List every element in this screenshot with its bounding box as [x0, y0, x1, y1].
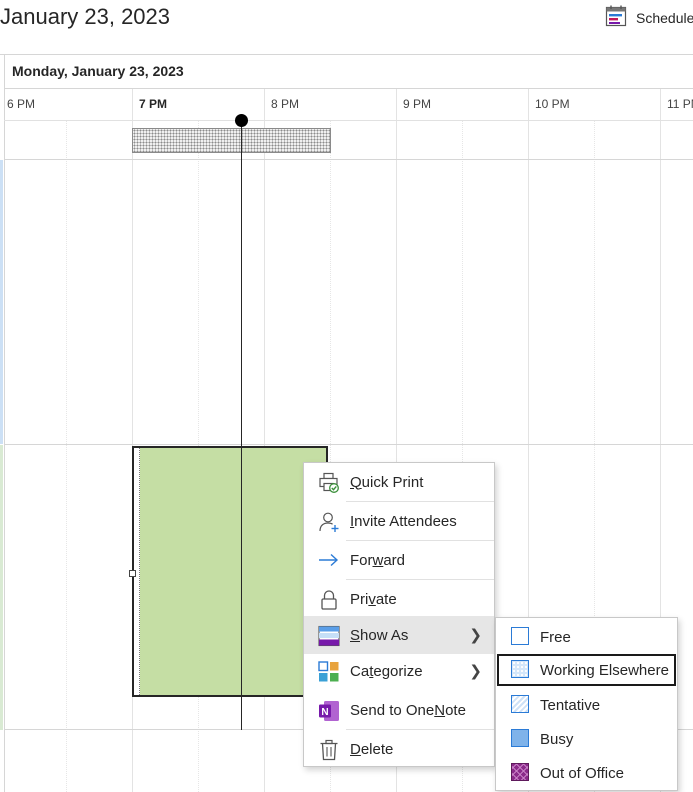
time-slot-11pm: 11 PM: [667, 97, 693, 111]
menu-accelerator-key: t: [369, 662, 374, 680]
time-slot-7pm: 7 PM: [139, 97, 168, 111]
menu-item-label: Quick Print: [350, 473, 424, 491]
schedule-label: Schedule: [636, 10, 693, 26]
menu-item-send-to-onenote[interactable]: N Send to OneNote: [304, 691, 494, 729]
onenote-icon: N: [318, 700, 340, 722]
show-as-free[interactable]: Free: [497, 621, 676, 653]
menu-accelerator-key: Q: [350, 473, 362, 491]
menu-item-forward[interactable]: Forward: [304, 541, 494, 579]
all-day-tentative-block[interactable]: [132, 128, 331, 153]
menu-item-quick-print[interactable]: Quick Print: [304, 463, 494, 501]
forward-arrow-icon: [318, 550, 340, 572]
row-divider: [4, 444, 693, 445]
free-swatch-icon: [511, 627, 529, 645]
menu-accelerator-key: v: [368, 590, 376, 608]
show-as-submenu: Free Working Elsewhere Tentative Busy Ou…: [495, 617, 678, 791]
context-menu: Quick Print Invite Attendees Forward Pri…: [303, 462, 495, 767]
menu-item-label: Categorize: [350, 662, 423, 680]
menu-item-categorize[interactable]: Categorize ❯: [304, 652, 494, 690]
time-slot-10pm: 10 PM: [535, 97, 570, 111]
out-of-office-swatch-icon: [511, 763, 529, 781]
menu-accelerator-key: S: [350, 626, 361, 644]
submenu-item-label: Busy: [540, 730, 574, 748]
menu-item-private[interactable]: Private: [304, 580, 494, 618]
calendar-color-strip: [0, 160, 3, 444]
time-slot-8pm: 8 PM: [271, 97, 300, 111]
submenu-chevron-icon: ❯: [469, 627, 482, 644]
current-time-line: [241, 120, 242, 730]
menu-item-show-as[interactable]: Show As ❯: [304, 616, 494, 654]
menu-item-label: Send to OneNote: [350, 701, 466, 719]
menu-accelerator-key: D: [350, 740, 361, 758]
show-as-working-elsewhere[interactable]: Working Elsewhere: [497, 654, 676, 686]
invite-attendees-icon: [318, 511, 340, 533]
submenu-item-label: Out of Office: [540, 764, 624, 782]
menu-accelerator-key: w: [372, 551, 384, 569]
time-row-divider: [4, 120, 693, 121]
show-as-out-of-office[interactable]: Out of Office: [497, 757, 676, 789]
submenu-item-label: Free: [540, 628, 571, 646]
show-as-busy[interactable]: Busy: [497, 723, 676, 755]
submenu-chevron-icon: ❯: [469, 663, 482, 680]
grid-line: [4, 89, 5, 792]
menu-item-label: Delete: [350, 740, 394, 758]
menu-item-label: Invite Attendees: [350, 512, 457, 530]
tentative-swatch-icon: [511, 695, 529, 713]
show-as-tentative[interactable]: Tentative: [497, 689, 676, 721]
page-title: January 23, 2023: [0, 4, 171, 29]
grid-half-line: [66, 121, 67, 792]
busy-swatch-icon: [511, 729, 529, 747]
menu-accelerator-key: I: [350, 512, 355, 530]
day-label: Monday, January 23, 2023: [12, 63, 184, 79]
menu-item-delete[interactable]: Delete: [304, 730, 494, 768]
calendar-schedule-icon: [604, 4, 628, 33]
time-slot-9pm: 9 PM: [403, 97, 432, 111]
menu-item-label: Private: [350, 590, 397, 608]
schedule-view-button[interactable]: Schedule: [604, 4, 693, 32]
row-divider: [4, 159, 693, 160]
submenu-item-label: Working Elsewhere: [540, 661, 669, 679]
categorize-icon: [318, 661, 340, 683]
calendar-color-strip: [0, 445, 3, 730]
menu-item-label: Show As: [350, 626, 409, 644]
show-as-icon: [318, 625, 340, 647]
resize-handle[interactable]: [129, 570, 136, 577]
quick-print-icon: [318, 472, 340, 494]
menu-item-label: Forward: [350, 551, 406, 569]
working-elsewhere-swatch-icon: [511, 660, 529, 678]
current-time-dot: [235, 114, 248, 127]
day-header-divider: [4, 88, 693, 89]
svg-text:N: N: [321, 707, 328, 718]
trash-icon: [318, 739, 340, 761]
appointment-block[interactable]: [129, 446, 328, 697]
menu-item-invite-attendees[interactable]: Invite Attendees: [304, 502, 494, 540]
lock-icon: [318, 589, 340, 611]
menu-accelerator-key: N: [434, 701, 446, 719]
submenu-item-label: Tentative: [540, 696, 601, 714]
time-slot-6pm: 6 PM: [7, 97, 36, 111]
